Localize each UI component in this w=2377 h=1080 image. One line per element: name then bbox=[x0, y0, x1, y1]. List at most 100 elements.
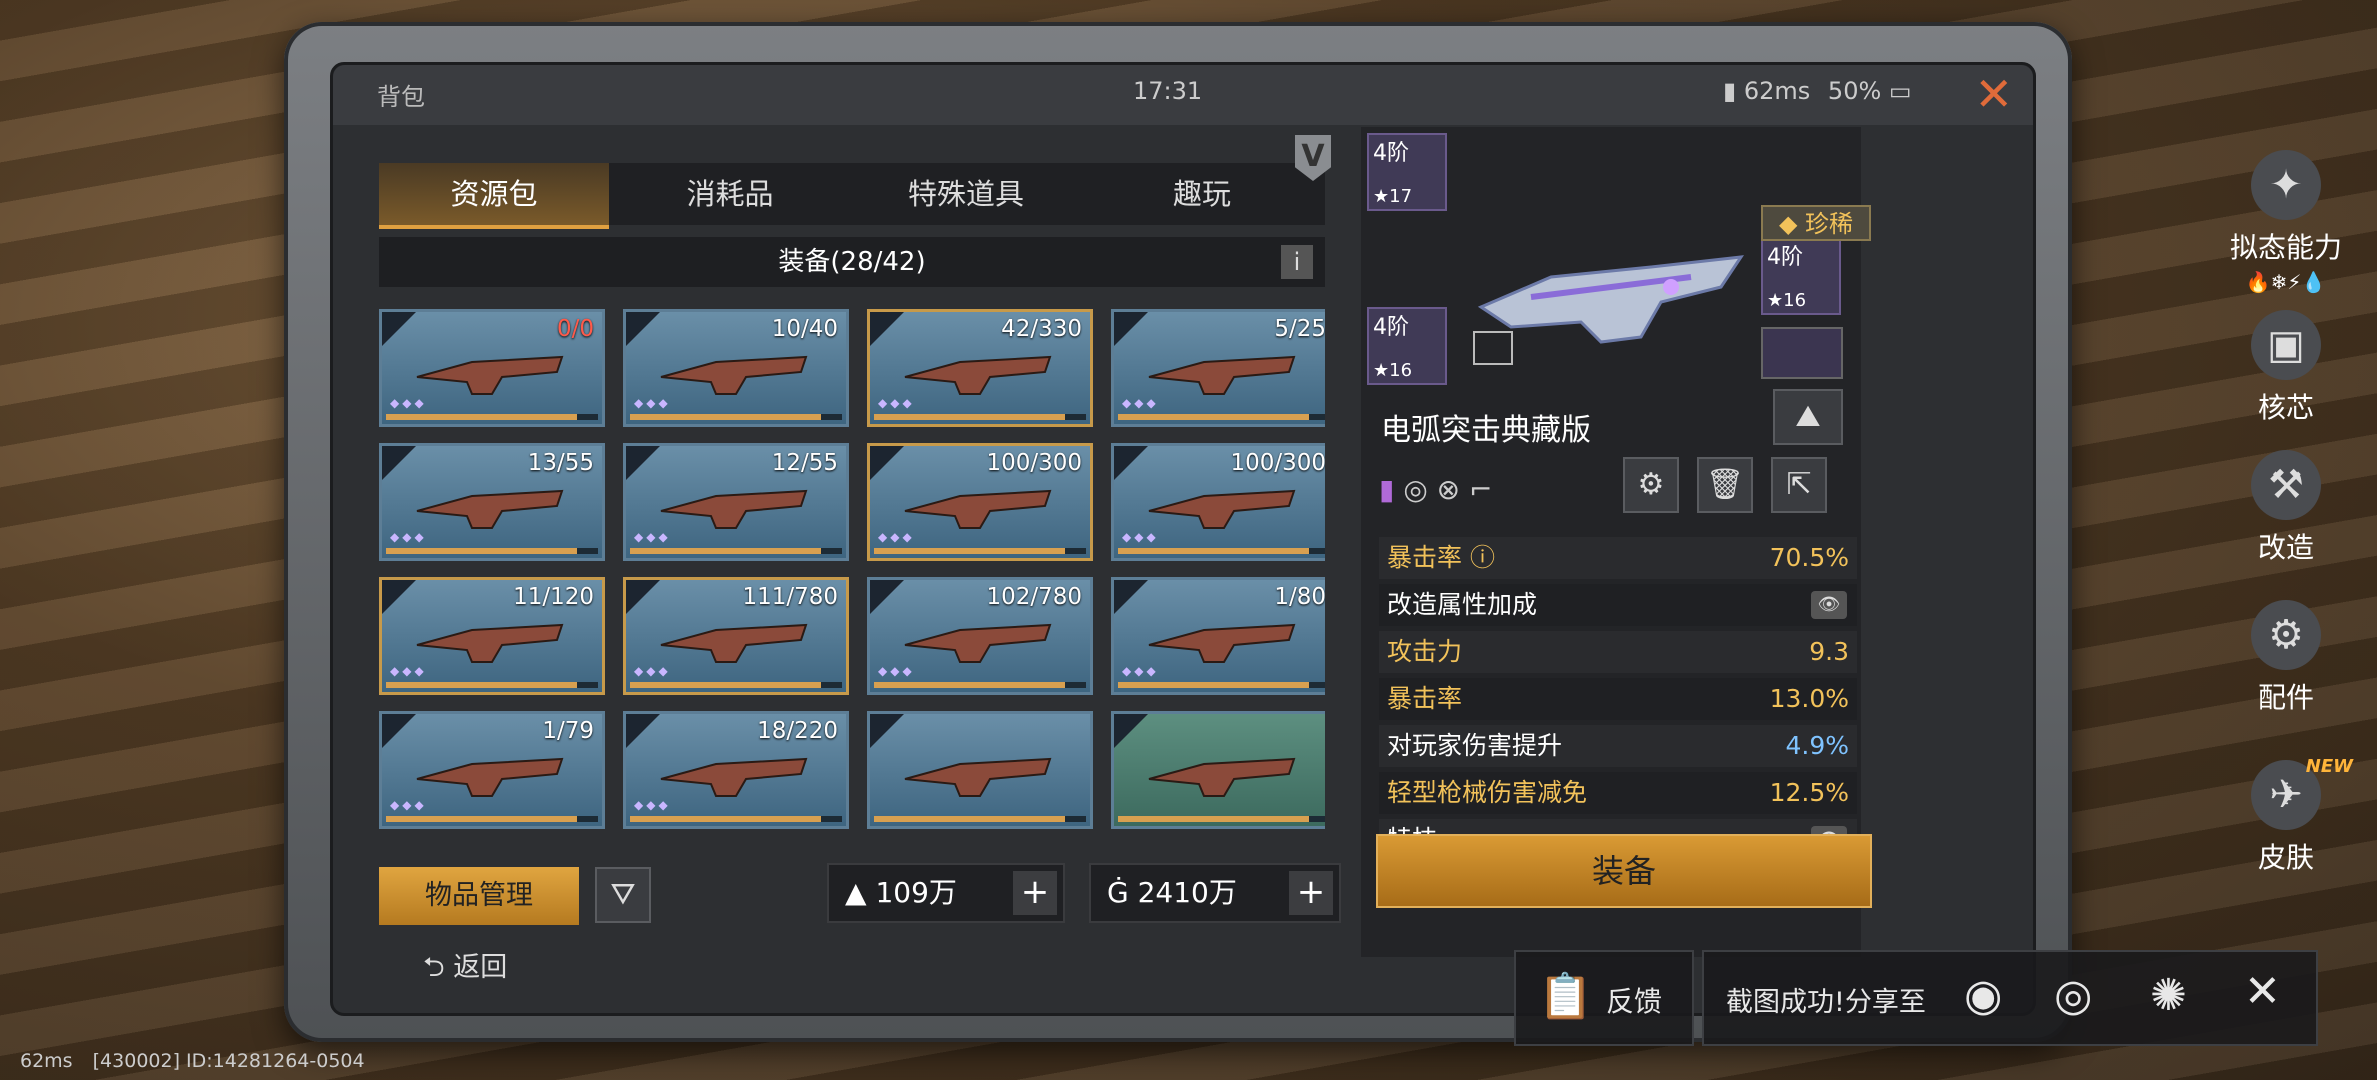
close-icon[interactable]: ✕ bbox=[1974, 67, 2013, 121]
item-card[interactable]: 1/80 ◆◆◆ bbox=[1111, 577, 1325, 695]
item-card[interactable]: 100/300 ◆◆◆ bbox=[867, 443, 1093, 561]
attachment-slot-icon[interactable] bbox=[1761, 327, 1843, 379]
weapon-icon bbox=[900, 744, 1060, 799]
bottom-hud: 62ms [430002] ID:14281264-0504 bbox=[20, 1050, 365, 1072]
trash-icon[interactable]: 🗑 bbox=[1697, 457, 1753, 513]
grade-dots-icon: ◆◆◆ bbox=[390, 396, 427, 410]
feedback-button[interactable]: 📋 反馈 bbox=[1514, 950, 1694, 1046]
core-icon: ▣ bbox=[2251, 310, 2321, 380]
item-count: 10/40 bbox=[771, 316, 838, 342]
item-card[interactable] bbox=[867, 711, 1093, 829]
item-management-button[interactable]: 物品管理 bbox=[379, 867, 579, 925]
tier-flag-icon bbox=[870, 312, 904, 346]
weapon-icon bbox=[656, 610, 816, 665]
item-card[interactable]: 42/330 ◆◆◆ bbox=[867, 309, 1093, 427]
rank-slot-1[interactable]: 4阶 ★17 bbox=[1367, 133, 1447, 211]
equip-button[interactable]: 装备 bbox=[1376, 834, 1872, 908]
item-card[interactable]: 11/120 ◆◆◆ bbox=[379, 577, 605, 695]
info-icon[interactable]: i bbox=[1281, 245, 1313, 279]
sidebar-item-mimic[interactable]: ✦ 拟态能力 🔥❄⚡💧 bbox=[2205, 150, 2367, 294]
grade-dots-icon: ◆◆◆ bbox=[1122, 396, 1159, 410]
item-card[interactable]: 5/25 ◆◆◆ bbox=[1111, 309, 1325, 427]
add-gold-button[interactable]: + bbox=[1013, 871, 1057, 915]
grade-dots-icon: ◆◆◆ bbox=[634, 530, 671, 544]
rank-level: 4阶 bbox=[1373, 315, 1409, 340]
durability-bar bbox=[1118, 414, 1325, 420]
weapon-icon bbox=[412, 476, 572, 531]
sidebar-item-modify[interactable]: ⚒ 改造 bbox=[2205, 450, 2367, 566]
sidebar-item-parts[interactable]: ⚙ 配件 bbox=[2205, 600, 2367, 716]
moments-icon[interactable]: ✺ bbox=[2150, 970, 2187, 1021]
equipment-count-bar: 装备(28/42) i bbox=[379, 237, 1325, 287]
rank-slot-2[interactable]: 4阶 ★16 bbox=[1367, 307, 1447, 385]
item-count: 1/80 bbox=[1274, 584, 1325, 610]
item-card[interactable]: 0/0 ◆◆◆ bbox=[379, 309, 605, 427]
tab-resource-pack[interactable]: 资源包 bbox=[379, 163, 609, 229]
tier-flag-icon bbox=[1114, 312, 1148, 346]
tab-special-items[interactable]: 特殊道具 bbox=[851, 163, 1081, 225]
category-tabs: 资源包 消耗品 特殊道具 趣玩 bbox=[379, 163, 1325, 229]
grade-dots-icon: ◆◆◆ bbox=[390, 664, 427, 678]
weapon-icon bbox=[1144, 342, 1304, 397]
item-card[interactable] bbox=[1111, 711, 1325, 829]
back-button[interactable]: ⮌ 返回 bbox=[423, 945, 507, 994]
durability-bar bbox=[874, 548, 1086, 554]
stat-row: 暴击率 ⓘ 70.5% bbox=[1379, 537, 1857, 579]
grade-dots-icon: ◆◆◆ bbox=[878, 664, 915, 678]
equipment-count: 装备(28/42) bbox=[778, 247, 926, 277]
wechat-icon[interactable]: ◎ bbox=[2054, 970, 2092, 1021]
stat-name: 暴击率 bbox=[1387, 684, 1463, 713]
close-toast-icon[interactable]: ✕ bbox=[2244, 966, 2281, 1017]
share-message: 截图成功!分享至 bbox=[1726, 987, 1926, 1018]
sidebar-item-core[interactable]: ▣ 核芯 bbox=[2205, 310, 2367, 426]
tier-flag-icon bbox=[870, 446, 904, 480]
eye-icon[interactable]: 👁 bbox=[1811, 591, 1847, 619]
stat-row: 攻击力 9.3 bbox=[1379, 631, 1857, 673]
sidebar-item-skin[interactable]: ✈ 皮肤 NEW bbox=[2205, 756, 2367, 876]
durability-bar bbox=[1118, 682, 1325, 688]
item-card[interactable]: 13/55 ◆◆◆ bbox=[379, 443, 605, 561]
tier-flag-icon bbox=[382, 580, 416, 614]
settings-gear-icon[interactable]: ⚙ bbox=[1623, 457, 1679, 513]
new-badge: NEW bbox=[2305, 756, 2353, 777]
sidebar-label: 核芯 bbox=[2257, 391, 2314, 424]
weapon-icon bbox=[656, 476, 816, 531]
weapon-tag-icons: ▮ ◎ ⊗ ⌐ bbox=[1379, 473, 1493, 506]
view-3d-icon[interactable] bbox=[1473, 331, 1513, 365]
item-card[interactable]: 12/55 ◆◆◆ bbox=[623, 443, 849, 561]
rank-slot-3[interactable]: 4阶 ★16 bbox=[1761, 237, 1841, 315]
item-grid: 0/0 ◆◆◆ 10/40 ◆◆◆ 42/330 ◆◆◆ 5/25 ◆◆◆ 13/55 ◆◆◆ 12… bbox=[379, 309, 1325, 837]
grade-dots-icon: ◆◆◆ bbox=[390, 530, 427, 544]
clipboard-icon: 📋 bbox=[1538, 971, 1593, 1022]
stat-row: 暴击率 13.0% bbox=[1379, 678, 1857, 720]
stat-name: 轻型枪械伤害减免 bbox=[1387, 778, 1588, 807]
item-card[interactable]: 100/300 ◆◆◆ bbox=[1111, 443, 1325, 561]
filter-icon[interactable]: ⛛ bbox=[595, 867, 651, 923]
coin-icon: Ġ bbox=[1107, 876, 1129, 909]
item-count: 11/120 bbox=[513, 584, 594, 610]
rarity-badge: ◆ 珍稀 bbox=[1761, 205, 1871, 241]
weibo-icon[interactable]: ◉ bbox=[1964, 970, 2002, 1021]
ping-value: 62ms bbox=[1743, 77, 1811, 105]
item-count: 1/79 bbox=[542, 718, 594, 744]
item-card[interactable]: 1/79 ◆◆◆ bbox=[379, 711, 605, 829]
weapon-icon bbox=[900, 610, 1060, 665]
rank-up-icon[interactable]: ⛰ bbox=[1773, 389, 1843, 445]
weapon-icon bbox=[412, 610, 572, 665]
parts-icon: ⚙ bbox=[2251, 600, 2321, 670]
item-card[interactable]: 18/220 ◆◆◆ bbox=[623, 711, 849, 829]
item-card[interactable]: 111/780 ◆◆◆ bbox=[623, 577, 849, 695]
tab-fun[interactable]: 趣玩 bbox=[1087, 163, 1317, 225]
gold-icon: ▲ bbox=[845, 876, 867, 909]
tier-flag-icon bbox=[382, 312, 416, 346]
battery-icon: ▭ bbox=[1888, 77, 1912, 105]
item-card[interactable]: 10/40 ◆◆◆ bbox=[623, 309, 849, 427]
add-coin-button[interactable]: + bbox=[1289, 871, 1333, 915]
tab-consumables[interactable]: 消耗品 bbox=[615, 163, 845, 225]
item-card[interactable]: 102/780 ◆◆◆ bbox=[867, 577, 1093, 695]
item-count: 18/220 bbox=[757, 718, 838, 744]
rarity-label: 珍稀 bbox=[1805, 210, 1854, 238]
weapon-icon bbox=[1144, 476, 1304, 531]
share-icon[interactable]: ⇱ bbox=[1771, 457, 1827, 513]
grade-dots-icon: ◆◆◆ bbox=[390, 798, 427, 812]
